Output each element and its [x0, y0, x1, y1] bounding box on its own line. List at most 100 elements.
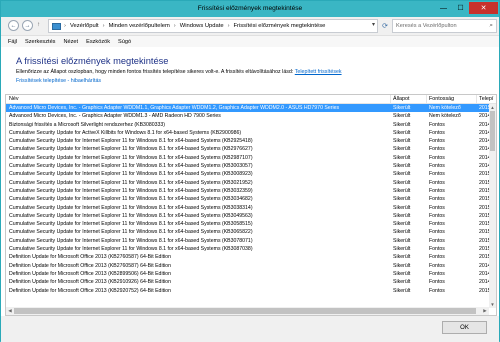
update-name: Cumulative Security Update for Internet …: [9, 229, 253, 236]
update-status: Sikerült: [393, 237, 411, 244]
update-status: Sikerült: [393, 246, 411, 253]
refresh-icon[interactable]: ⟳: [380, 20, 390, 32]
update-priority: Fontos: [429, 138, 445, 145]
table-row[interactable]: Biztonsági frissítés a Microsoft Silverl…: [6, 121, 492, 129]
vertical-scrollbar[interactable]: ▲ ▼: [489, 104, 496, 308]
update-priority: Fontos: [429, 212, 445, 219]
scroll-down-arrow[interactable]: ▼: [489, 301, 496, 308]
update-status: Sikerült: [393, 287, 411, 294]
scroll-right-arrow[interactable]: ▶: [481, 307, 489, 315]
table-row[interactable]: Cumulative Security Update for ActiveX K…: [6, 129, 492, 137]
installed-updates-link[interactable]: Telepített frissítések: [295, 69, 342, 75]
menu-help[interactable]: Súgó: [118, 39, 131, 45]
table-row[interactable]: Definition Update for Microsoft Office 2…: [6, 278, 492, 286]
maximize-button[interactable]: ☐: [452, 2, 469, 14]
page-title: A frissítési előzmények megtekintése: [16, 56, 169, 66]
breadcrumb-separator: ›: [64, 23, 66, 29]
table-row[interactable]: Cumulative Security Update for Internet …: [6, 220, 492, 228]
table-row[interactable]: Cumulative Security Update for Internet …: [6, 162, 492, 170]
table-row[interactable]: Cumulative Security Update for Internet …: [6, 170, 492, 178]
menu-edit[interactable]: Szerkesztés: [25, 39, 55, 45]
table-row[interactable]: Cumulative Security Update for Internet …: [6, 237, 492, 245]
update-name: Advanced Micro Devices, Inc. - Graphics …: [9, 113, 221, 120]
update-priority: Fontos: [429, 179, 445, 186]
navigation-bar: ← → ↑ › Vezérlőpult › Minden vezérlőpult…: [1, 17, 499, 36]
forward-button[interactable]: →: [22, 20, 33, 31]
table-row[interactable]: Cumulative Security Update for Internet …: [6, 187, 492, 195]
column-divider[interactable]: [390, 95, 391, 104]
table-row[interactable]: Advanced Micro Devices, Inc. - Graphics …: [6, 104, 492, 113]
minimize-button[interactable]: —: [435, 2, 452, 14]
table-row[interactable]: Definition Update for Microsoft Office 2…: [6, 262, 492, 270]
column-divider[interactable]: [476, 95, 477, 104]
update-priority: Fontos: [429, 163, 445, 170]
table-row[interactable]: Cumulative Security Update for Internet …: [6, 212, 492, 220]
column-header-name[interactable]: Név: [9, 96, 19, 102]
update-priority: Fontos: [429, 279, 445, 286]
update-priority: Fontos: [429, 154, 445, 161]
up-button[interactable]: ↑: [37, 22, 40, 28]
table-row[interactable]: Cumulative Security Update for Internet …: [6, 145, 492, 153]
search-input[interactable]: Keresés a Vezérlőpulton ⌕: [392, 19, 497, 33]
column-header-priority[interactable]: Fontosság: [429, 96, 454, 102]
update-priority: Fontos: [429, 246, 445, 253]
back-button[interactable]: ←: [8, 20, 19, 31]
column-header-date[interactable]: Telepí: [479, 96, 493, 102]
update-status: Sikerült: [393, 105, 411, 111]
breadcrumb-item[interactable]: Windows Update: [180, 23, 224, 29]
table-row[interactable]: Advanced Micro Devices, Inc. - Graphics …: [6, 112, 492, 120]
chevron-down-icon[interactable]: ▾: [372, 21, 375, 28]
column-divider[interactable]: [426, 95, 427, 104]
table-row[interactable]: Definition Update for Microsoft Office 2…: [6, 270, 492, 278]
menu-view[interactable]: Nézet: [63, 39, 78, 45]
update-name: Cumulative Security Update for Internet …: [9, 221, 253, 228]
update-name: Cumulative Security Update for Internet …: [9, 237, 253, 244]
update-name: Cumulative Security Update for Internet …: [9, 187, 253, 194]
ok-button[interactable]: OK: [442, 321, 487, 334]
table-row[interactable]: Cumulative Security Update for Internet …: [6, 228, 492, 236]
horizontal-scroll-thumb[interactable]: [14, 308, 476, 314]
table-row[interactable]: Cumulative Security Update for Internet …: [6, 179, 492, 187]
update-status: Sikerült: [393, 138, 411, 145]
description-text: Ellenőrizze az Állapot oszlopban, hogy m…: [16, 69, 294, 75]
table-row[interactable]: Definition Update for Microsoft Office 2…: [6, 253, 492, 261]
troubleshoot-link[interactable]: Frissítések telepítése - hibaelhárítás: [16, 78, 101, 84]
close-button[interactable]: ✕: [469, 2, 498, 14]
update-status: Sikerült: [393, 229, 411, 236]
table-body: Advanced Micro Devices, Inc. - Graphics …: [6, 104, 492, 295]
vertical-scroll-thumb[interactable]: [490, 111, 495, 151]
update-name: Cumulative Security Update for Internet …: [9, 212, 253, 219]
scroll-up-arrow[interactable]: ▲: [489, 104, 496, 111]
update-status: Sikerült: [393, 171, 411, 178]
update-status: Sikerült: [393, 262, 411, 269]
update-status: Sikerült: [393, 113, 411, 120]
breadcrumb-item[interactable]: Minden vezérlőpultelem: [109, 23, 170, 29]
update-status: Sikerült: [393, 279, 411, 286]
main-content: A frissítési előzmények megtekintése Ell…: [1, 47, 499, 342]
title-bar: Frissítési előzmények megtekintése — ☐ ✕: [1, 1, 499, 17]
scroll-left-arrow[interactable]: ◀: [6, 307, 14, 315]
table-row[interactable]: Cumulative Security Update for Internet …: [6, 154, 492, 162]
breadcrumb-item[interactable]: Vezérlőpult: [70, 23, 99, 29]
menu-tools[interactable]: Eszközök: [86, 39, 110, 45]
search-icon[interactable]: ⌕: [489, 22, 493, 30]
breadcrumb-item[interactable]: Frissítési előzmények megtekintése: [234, 23, 326, 29]
update-name: Cumulative Security Update for Internet …: [9, 204, 253, 211]
update-name: Cumulative Security Update for Internet …: [9, 171, 253, 178]
update-name: Definition Update for Microsoft Office 2…: [9, 279, 171, 286]
table-header: Név Állapot Fontosság Telepí: [6, 95, 496, 104]
table-row[interactable]: Cumulative Security Update for Internet …: [6, 245, 492, 253]
update-name: Cumulative Security Update for Internet …: [9, 246, 253, 253]
table-row[interactable]: Cumulative Security Update for Internet …: [6, 137, 492, 145]
horizontal-scrollbar[interactable]: ◀ ▶: [6, 307, 489, 315]
column-header-status[interactable]: Állapot: [393, 96, 409, 102]
update-name: Cumulative Security Update for Internet …: [9, 154, 253, 161]
table-row[interactable]: Cumulative Security Update for Internet …: [6, 195, 492, 203]
update-priority: Nem kötelező: [429, 105, 461, 111]
menu-file[interactable]: Fájl: [8, 39, 17, 45]
update-name: Definition Update for Microsoft Office 2…: [9, 254, 171, 261]
address-bar[interactable]: › Vezérlőpult › Minden vezérlőpultelem ›…: [48, 19, 378, 33]
breadcrumb-separator: ›: [102, 23, 105, 29]
table-row[interactable]: Definition Update for Microsoft Office 2…: [6, 287, 492, 295]
table-row[interactable]: Cumulative Security Update for Internet …: [6, 204, 492, 212]
